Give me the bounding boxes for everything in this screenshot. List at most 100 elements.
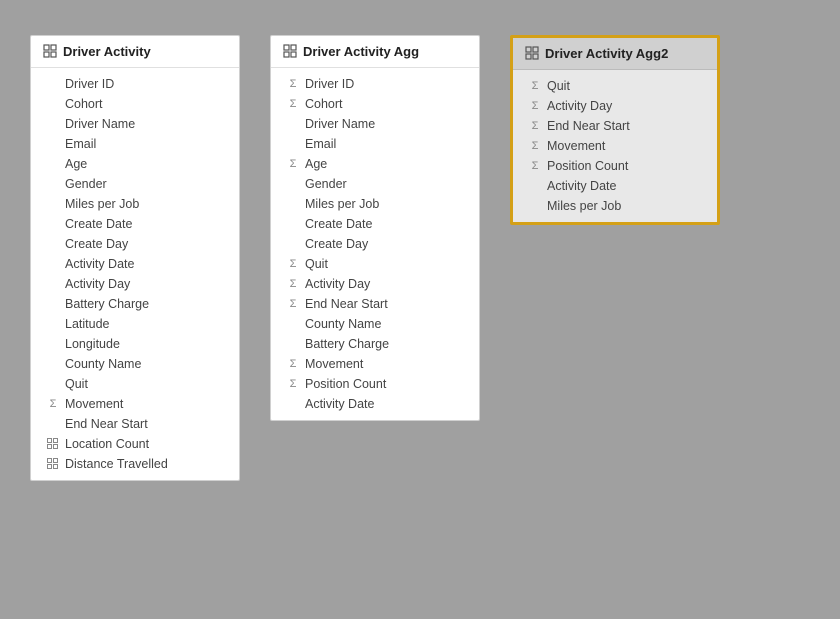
table-card-driver-activity[interactable]: Driver Activity Driver IDCohort Driver Nam…: [30, 35, 240, 481]
field-row[interactable]: Σ Activity Day: [271, 274, 479, 294]
sigma-icon: Σ: [285, 376, 301, 392]
field-row[interactable]: Distance Travelled: [31, 454, 239, 474]
empty-icon: [45, 336, 61, 352]
field-row[interactable]: Miles per Job: [513, 196, 717, 216]
table-title: Driver Activity Agg: [303, 44, 419, 59]
field-row[interactable]: Age: [31, 154, 239, 174]
field-row[interactable]: County Name: [271, 314, 479, 334]
field-row[interactable]: Email: [31, 134, 239, 154]
field-row[interactable]: Σ Cohort: [271, 94, 479, 114]
empty-icon: [45, 176, 61, 192]
field-row[interactable]: Σ Age: [271, 154, 479, 174]
empty-icon: [285, 336, 301, 352]
field-row[interactable]: ΣMovement: [31, 394, 239, 414]
table-title: Driver Activity Agg2: [545, 46, 668, 61]
field-row[interactable]: End Near Start: [31, 414, 239, 434]
field-row[interactable]: Create Day: [31, 234, 239, 254]
field-name-label: Driver ID: [305, 77, 465, 91]
empty-icon: [285, 136, 301, 152]
field-name-label: Driver Name: [65, 117, 225, 131]
field-name-label: Age: [305, 157, 465, 171]
field-row[interactable]: Σ Quit: [513, 76, 717, 96]
sigma-icon: Σ: [285, 156, 301, 172]
empty-icon: [45, 96, 61, 112]
field-name-label: Quit: [65, 377, 225, 391]
field-row[interactable]: County Name: [31, 354, 239, 374]
table-card-driver-activity-agg[interactable]: Driver Activity AggΣDriver IDΣCohortDriv…: [270, 35, 480, 421]
field-name-label: Miles per Job: [65, 197, 225, 211]
empty-icon: [45, 216, 61, 232]
field-row[interactable]: ΣMovement: [271, 354, 479, 374]
field-row[interactable]: Location Count: [31, 434, 239, 454]
field-row[interactable]: Create Day: [271, 234, 479, 254]
field-row[interactable]: Cohort: [31, 94, 239, 114]
sigma-icon: Σ: [45, 396, 61, 412]
field-row[interactable]: Miles per Job: [271, 194, 479, 214]
field-name-label: Activity Day: [547, 99, 703, 113]
field-row[interactable]: Σ Activity Day: [513, 96, 717, 116]
field-row[interactable]: ΣMovement: [513, 136, 717, 156]
table-card-driver-activity-agg2[interactable]: Driver Activity Agg2ΣQuitΣActivity DayΣE…: [510, 35, 720, 225]
field-name-label: Create Day: [65, 237, 225, 251]
field-name-label: Quit: [305, 257, 465, 271]
field-row[interactable]: ΣEnd Near Start: [271, 294, 479, 314]
table-header-driver-activity: Driver Activity: [31, 36, 239, 68]
sigma-icon: Σ: [527, 118, 543, 134]
sigma-icon: Σ: [285, 96, 301, 112]
field-name-label: County Name: [65, 357, 225, 371]
empty-icon: [527, 178, 543, 194]
table-grid-icon: [283, 44, 297, 58]
table-header-driver-activity-agg2: Driver Activity Agg2: [513, 38, 717, 70]
field-name-label: Quit: [547, 79, 703, 93]
empty-icon: [527, 198, 543, 214]
field-row[interactable]: Battery Charge: [271, 334, 479, 354]
field-row[interactable]: Activity Date: [31, 254, 239, 274]
field-row[interactable]: Create Date: [271, 214, 479, 234]
sigma-icon: Σ: [285, 276, 301, 292]
field-row[interactable]: Battery Charge: [31, 294, 239, 314]
empty-icon: [285, 216, 301, 232]
empty-icon: [45, 276, 61, 292]
field-row[interactable]: Driver Name: [271, 114, 479, 134]
empty-icon: [285, 396, 301, 412]
field-row[interactable]: Longitude: [31, 334, 239, 354]
field-row[interactable]: Activity Date: [271, 394, 479, 414]
field-row[interactable]: ΣQuit: [271, 254, 479, 274]
field-row[interactable]: Driver ID: [31, 74, 239, 94]
field-row[interactable]: ΣPosition Count: [271, 374, 479, 394]
table-body-driver-activity-agg: ΣDriver IDΣCohortDriver NameEmailΣAgeGen…: [271, 68, 479, 420]
field-name-label: Cohort: [305, 97, 465, 111]
empty-icon: [45, 76, 61, 92]
field-row[interactable]: ΣDriver ID: [271, 74, 479, 94]
field-row[interactable]: Latitude: [31, 314, 239, 334]
field-name-label: Activity Day: [305, 277, 465, 291]
field-name-label: Driver Name: [305, 117, 465, 131]
field-row[interactable]: Gender: [31, 174, 239, 194]
field-name-label: Latitude: [65, 317, 225, 331]
field-name-label: Activity Day: [65, 277, 225, 291]
grid-small-icon: [45, 436, 61, 452]
empty-icon: [45, 116, 61, 132]
field-row[interactable]: Σ End Near Start: [513, 116, 717, 136]
field-name-label: End Near Start: [547, 119, 703, 133]
field-row[interactable]: Activity Day: [31, 274, 239, 294]
field-row[interactable]: Driver Name: [31, 114, 239, 134]
field-name-label: Miles per Job: [547, 199, 703, 213]
field-row[interactable]: ΣPosition Count: [513, 156, 717, 176]
empty-icon: [45, 316, 61, 332]
sigma-icon: Σ: [527, 78, 543, 94]
field-row[interactable]: Quit: [31, 374, 239, 394]
field-row[interactable]: Gender: [271, 174, 479, 194]
field-name-label: End Near Start: [305, 297, 465, 311]
field-name-label: Movement: [305, 357, 465, 371]
sigma-icon: Σ: [527, 98, 543, 114]
field-name-label: Longitude: [65, 337, 225, 351]
field-name-label: Email: [65, 137, 225, 151]
field-row[interactable]: Create Date: [31, 214, 239, 234]
field-row[interactable]: Miles per Job: [31, 194, 239, 214]
field-name-label: Battery Charge: [65, 297, 225, 311]
field-name-label: Gender: [65, 177, 225, 191]
field-row[interactable]: Activity Date: [513, 176, 717, 196]
field-row[interactable]: Email: [271, 134, 479, 154]
empty-icon: [45, 136, 61, 152]
